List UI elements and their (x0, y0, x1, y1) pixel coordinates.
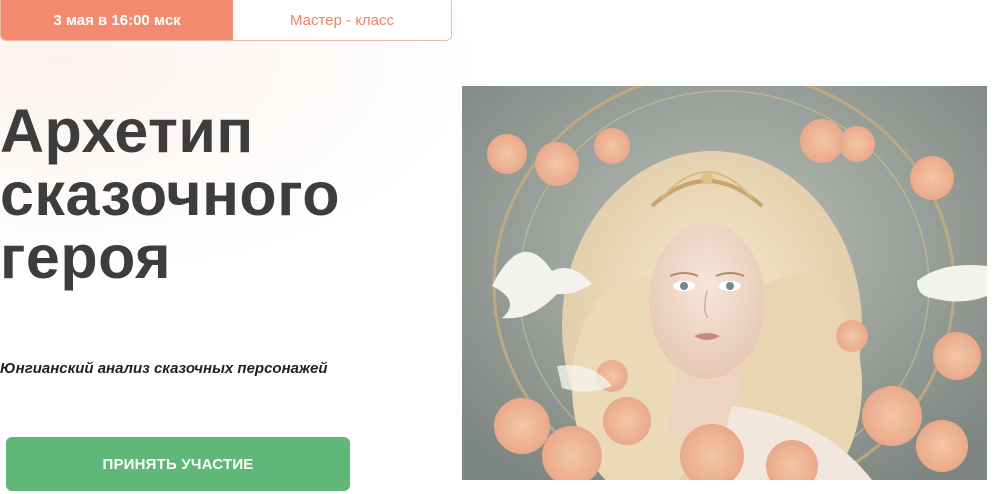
page-subtitle: Юнгианский анализ сказочных персонажей (0, 360, 328, 377)
page-title: Архетип сказочного героя (0, 100, 340, 289)
fairy-portrait-illustration (462, 86, 987, 480)
event-date-label: 3 мая в 16:00 мск (1, 0, 233, 40)
event-badge: 3 мая в 16:00 мск Мастер - класс (0, 0, 452, 41)
landing-page: 3 мая в 16:00 мск Мастер - класс Архетип… (0, 0, 1000, 494)
hero-illustration (462, 86, 987, 480)
page-title-line-3: героя (0, 223, 172, 291)
page-title-line-2: сказочного (0, 160, 341, 228)
page-title-line-1: Архетип (0, 97, 254, 165)
event-type-label: Мастер - класс (289, 11, 395, 29)
participate-button[interactable]: ПРИНЯТЬ УЧАСТИЕ (6, 437, 350, 491)
